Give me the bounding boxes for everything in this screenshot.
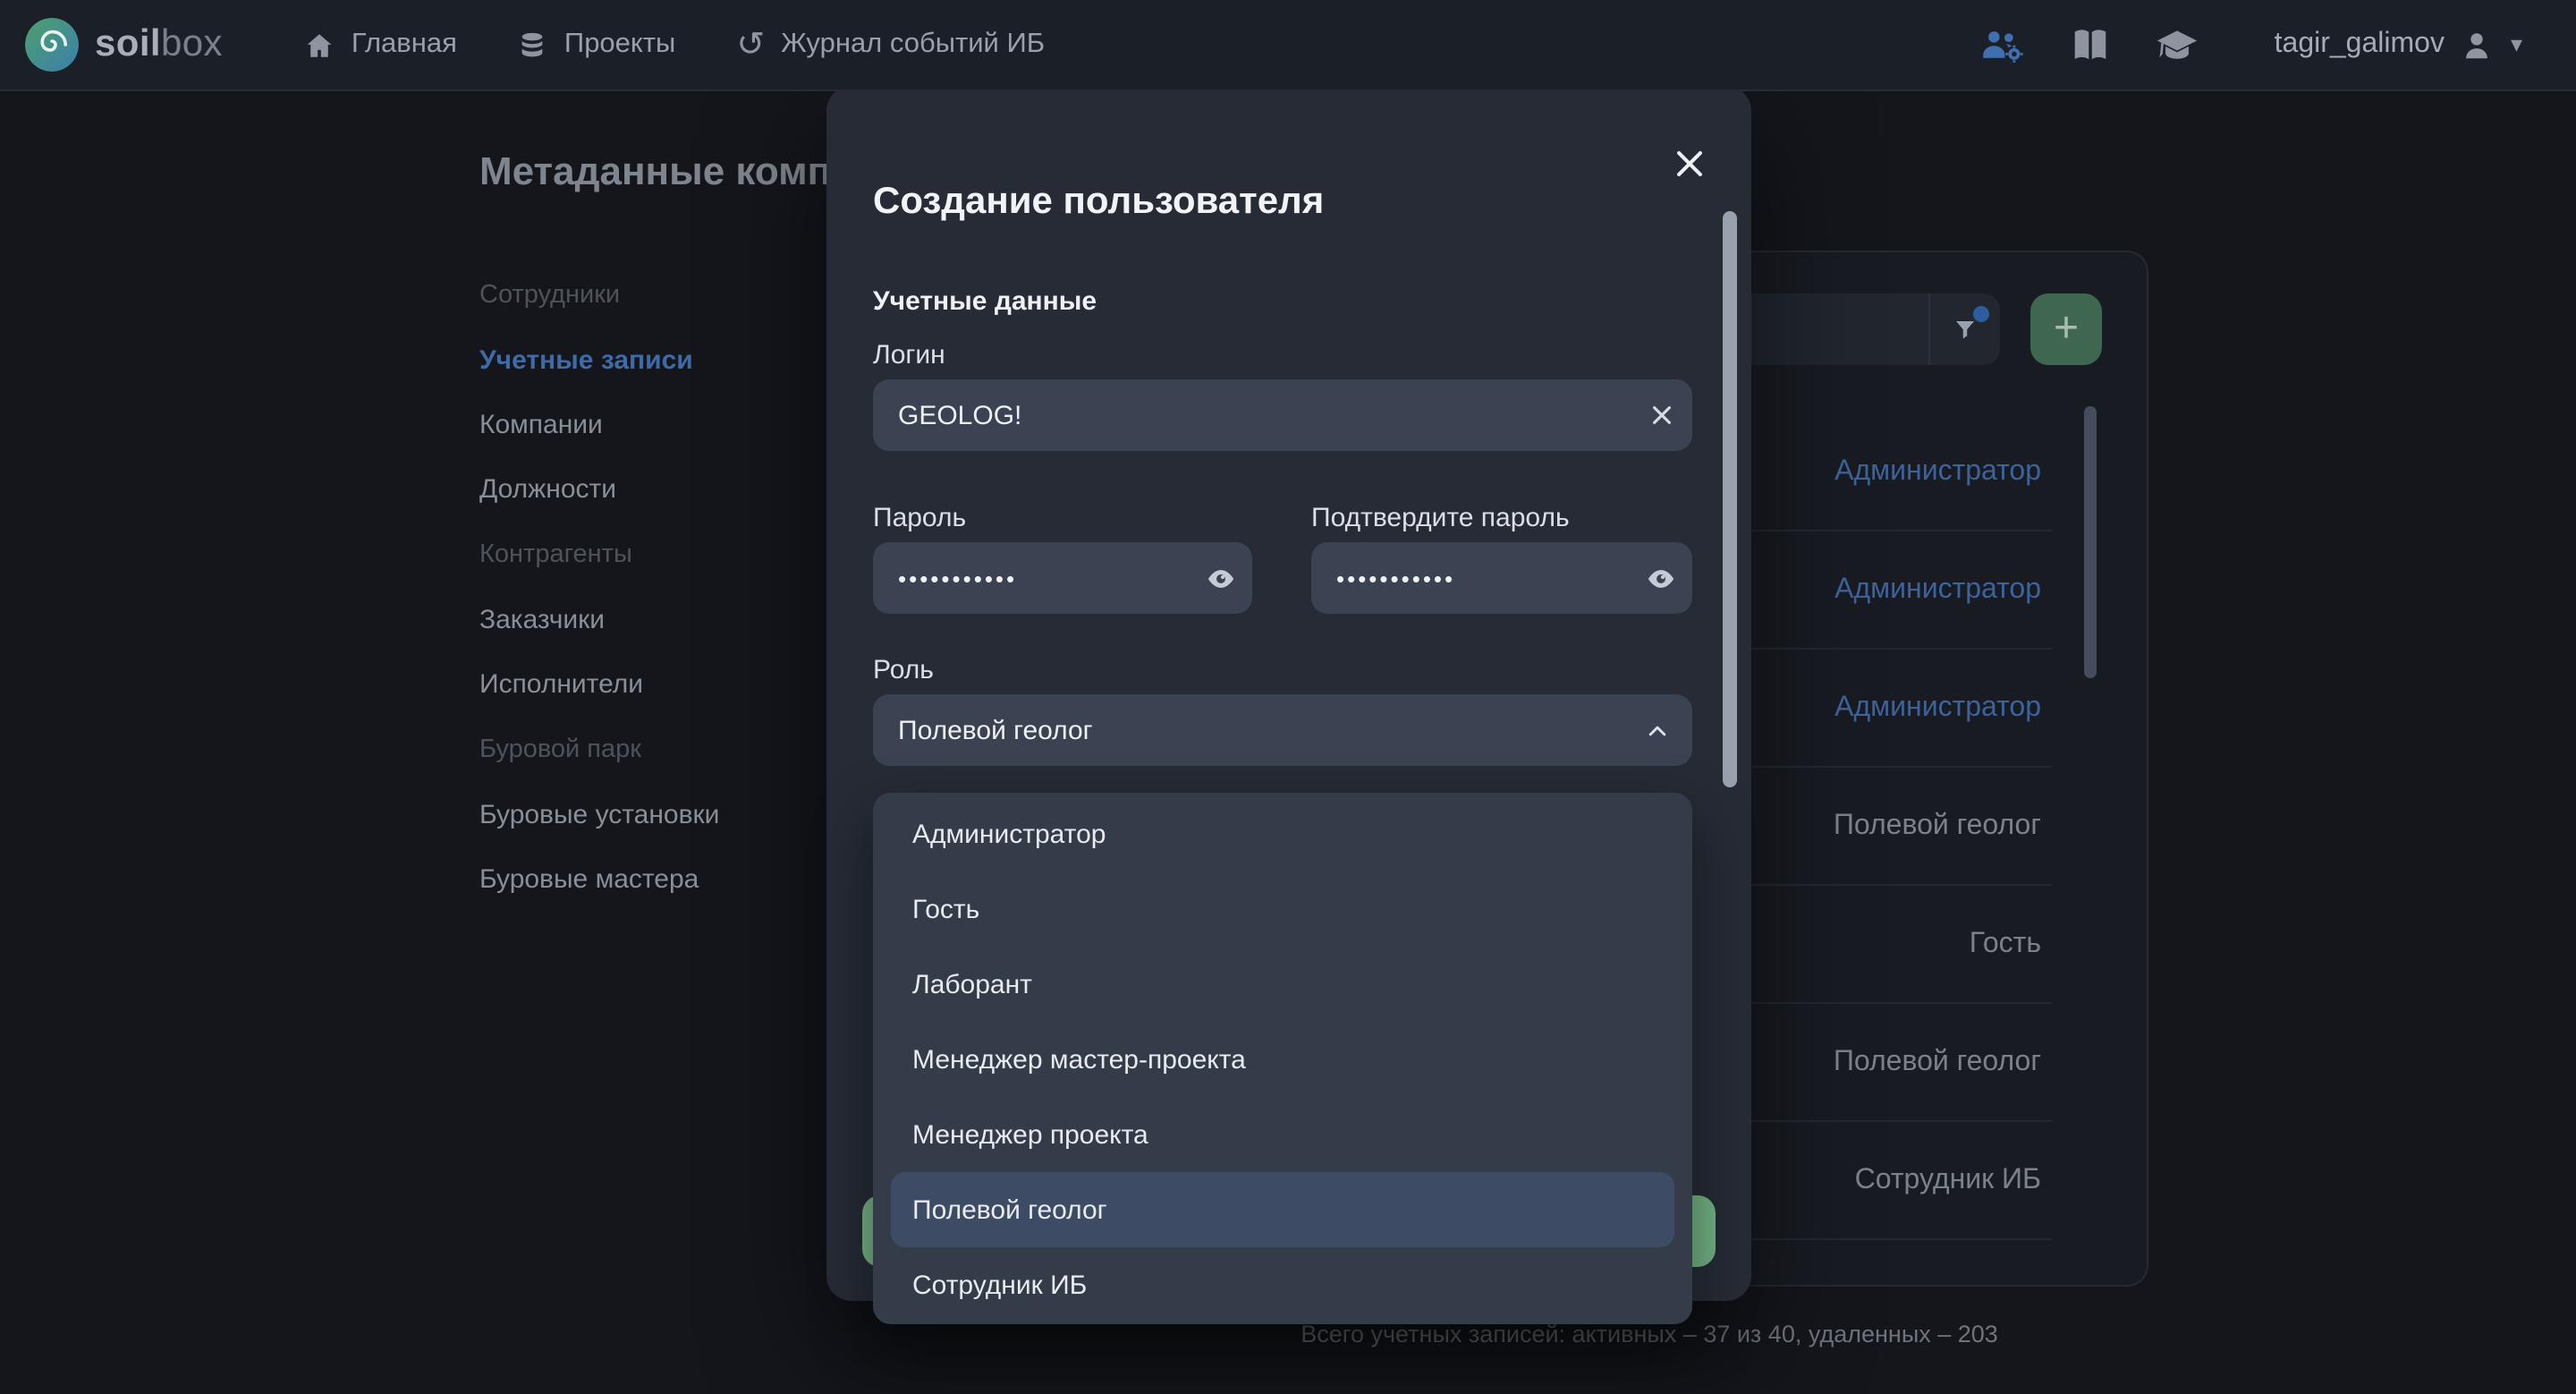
role-cell: Полевой геолог (1834, 810, 2041, 842)
projects-stack-icon (518, 30, 548, 60)
role-option[interactable]: Гость (873, 871, 1692, 947)
nav-item-label: Главная (352, 29, 457, 61)
top-navigation-bar: soilbox Главная Проекты ↺ Журнал событий… (0, 0, 2576, 91)
login-input[interactable] (873, 400, 1631, 430)
plus-icon: + (2054, 304, 2079, 354)
home-icon (305, 30, 335, 60)
accounts-summary: Всего учетных записей: активных – 37 из … (764, 1321, 2535, 1347)
chevron-down-icon: ▾ (2511, 30, 2522, 59)
password-input[interactable] (873, 565, 1188, 591)
close-icon[interactable] (1669, 143, 1708, 183)
filter-button[interactable] (1928, 293, 2000, 365)
nav-item-label: Проекты (564, 29, 675, 61)
nav-item-home[interactable]: Главная (305, 29, 457, 61)
sidebar-item[interactable]: Должности (479, 469, 719, 508)
sidebar-nav: Сотрудники Учетные записи Компании Должн… (479, 249, 719, 923)
role-option[interactable]: Полевой геолог (891, 1172, 1674, 1247)
education-cap-icon[interactable] (2157, 28, 2199, 62)
confirm-password-input[interactable] (1311, 565, 1628, 591)
role-cell: Администратор (1835, 692, 2041, 724)
topbar-right: tagir_galimov ▾ (1979, 27, 2522, 63)
role-option[interactable]: Администратор (873, 796, 1692, 871)
sidebar-item[interactable]: Учетные записи (479, 340, 719, 379)
sidebar-item[interactable]: Заказчики (479, 599, 719, 639)
modal-title: Создание пользователя (873, 181, 1324, 224)
username-label: tagir_galimov (2275, 29, 2445, 61)
app-logo-text: soilbox (95, 23, 223, 66)
password-field-wrap (873, 542, 1252, 614)
sidebar-item[interactable]: Контрагенты (479, 535, 719, 574)
role-cell: Сотрудник ИБ (1855, 1164, 2041, 1196)
app-root: soilbox Главная Проекты ↺ Журнал событий… (0, 0, 2576, 1394)
login-field-wrap (873, 379, 1692, 451)
role-cell: Администратор (1835, 455, 2041, 488)
role-option[interactable]: Менеджер проекта (873, 1097, 1692, 1172)
nav-item-security-log[interactable]: ↺ Журнал событий ИБ (736, 28, 1045, 62)
user-menu[interactable]: tagir_galimov ▾ (2275, 28, 2522, 62)
role-label: Роль (873, 655, 934, 685)
sidebar-item[interactable]: Исполнители (479, 664, 719, 703)
role-option[interactable]: Сотрудник ИБ (873, 1247, 1692, 1322)
role-option[interactable]: Менеджер мастер-проекта (873, 1022, 1692, 1097)
credentials-section-heading: Учетные данные (873, 286, 1097, 317)
modal-scrollbar[interactable] (1723, 211, 1737, 787)
add-account-button[interactable]: + (2030, 293, 2102, 365)
role-cell: Гость (1970, 928, 2041, 960)
history-icon: ↺ (736, 28, 765, 62)
app-logo[interactable]: soilbox (25, 18, 223, 72)
main-nav: Главная Проекты ↺ Журнал событий ИБ (305, 28, 1045, 62)
role-dropdown-list: Администратор Гость Лаборант Менеджер ма… (873, 793, 1692, 1324)
sidebar-item[interactable]: Сотрудники (479, 276, 719, 315)
sidebar-item[interactable]: Буровые мастера (479, 859, 719, 898)
role-select-value: Полевой геолог (873, 715, 1621, 745)
user-management-icon[interactable] (1979, 27, 2026, 63)
filter-funnel-icon (1952, 316, 1979, 343)
chevron-up-icon (1621, 718, 1692, 742)
confirm-password-label: Подтвердите пароль (1311, 503, 1570, 533)
login-label: Логин (873, 340, 945, 370)
password-label: Пароль (873, 503, 966, 533)
role-cell: Полевой геолог (1834, 1046, 2041, 1078)
toggle-password-visibility-icon[interactable] (1188, 542, 1252, 614)
role-select[interactable]: Полевой геолог (873, 694, 1692, 766)
role-cell: Администратор (1835, 574, 2041, 606)
sidebar-item[interactable]: Буровые установки (479, 795, 719, 834)
soilbox-spiral-logo-icon (25, 18, 79, 72)
nav-item-label: Журнал событий ИБ (781, 29, 1045, 61)
user-avatar-icon (2461, 28, 2495, 62)
table-scrollbar[interactable] (2084, 406, 2097, 678)
filter-active-badge (1973, 306, 1989, 322)
create-user-modal: Создание пользователя Учетные данные Лог… (826, 86, 1751, 1301)
topbar-icons (1979, 27, 2199, 63)
sidebar-item[interactable]: Буровой парк (479, 730, 719, 769)
role-option[interactable]: Лаборант (873, 947, 1692, 1022)
clear-login-icon[interactable] (1631, 379, 1692, 451)
sidebar-item[interactable]: Компании (479, 404, 719, 444)
docs-book-icon[interactable] (2072, 28, 2110, 62)
toggle-confirm-visibility-icon[interactable] (1628, 542, 1692, 614)
nav-item-projects[interactable]: Проекты (518, 29, 675, 61)
confirm-password-field-wrap (1311, 542, 1692, 614)
